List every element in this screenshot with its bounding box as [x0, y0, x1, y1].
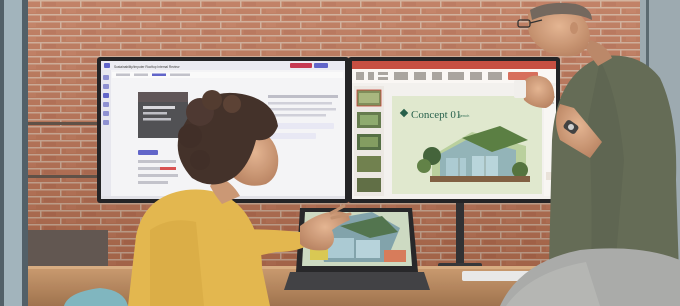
office-photo: Sustainability/Imputer Rooftop Internal …	[0, 0, 680, 306]
photo-scene: Sustainability/Imputer Rooftop Internal …	[0, 0, 680, 306]
